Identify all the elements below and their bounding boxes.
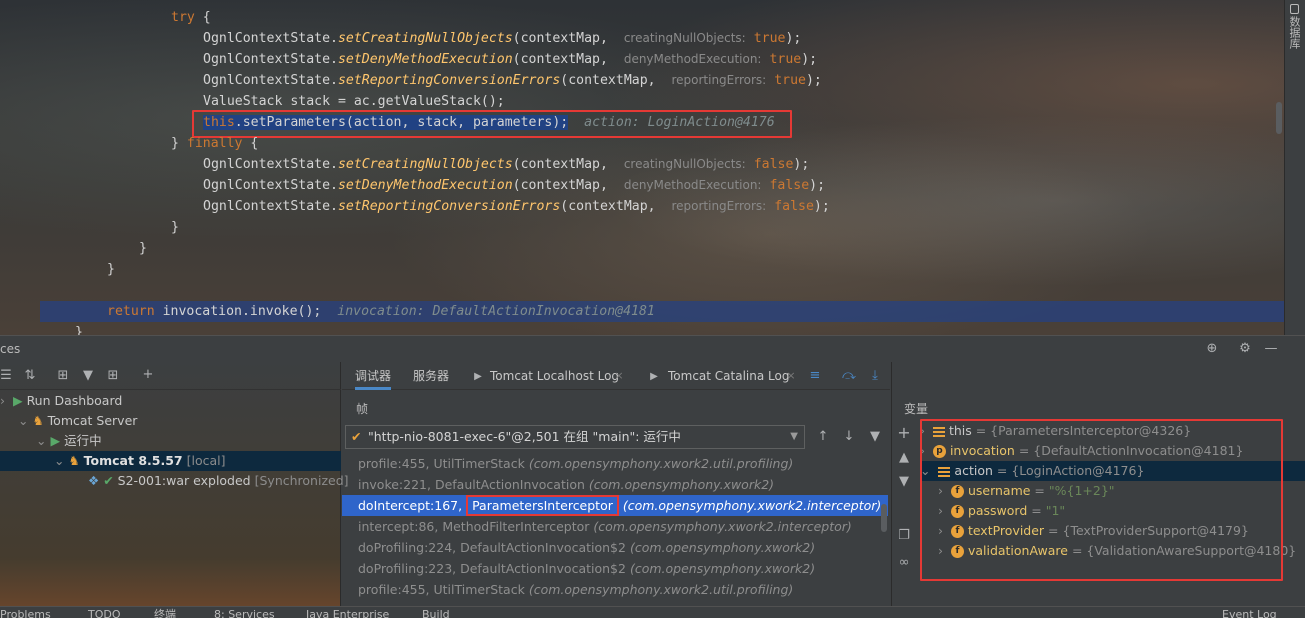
database-icon	[1289, 4, 1299, 14]
target-icon[interactable]: ⊕	[1203, 341, 1221, 357]
highlight-box-set-parameters	[192, 110, 792, 138]
editor-gutter[interactable]	[0, 0, 40, 335]
arrow-up-icon[interactable]: ▲	[896, 450, 912, 466]
log-icon: ▶	[474, 371, 482, 382]
code-line-finally: } finally {	[171, 136, 259, 151]
tab-tomcat-localhost-log[interactable]: Tomcat Localhost Log	[490, 362, 619, 390]
close-tab-icon[interactable]: ×	[786, 368, 796, 384]
param-hint: denyMethodExecution:	[623, 52, 762, 66]
services-tree-panel: ☰ ⇅ ⊞ ▼ ⊞ + › ▶ Run Dashboard ⌄ ♞ Tomcat…	[0, 362, 349, 607]
artifact-icon: ❖	[88, 473, 100, 488]
menu-icon[interactable]: ≡	[808, 368, 822, 384]
code-line-value-stack: ValueStack stack = ac.getValueStack();	[203, 94, 505, 109]
chevron-down-icon: ▼	[790, 431, 798, 442]
add-icon[interactable]: +	[140, 367, 156, 383]
tool-button-todo[interactable]: TODO	[88, 609, 121, 618]
expand-all-icon[interactable]: ☰	[0, 368, 12, 384]
run-icon: ▶	[50, 433, 61, 448]
tool-window-title: ces	[0, 342, 21, 356]
code-line-set-deny-method-execution: OgnlContextState.setDenyMethodExecution(…	[203, 52, 818, 67]
param-hint: reportingErrors:	[671, 73, 767, 87]
glasses-icon[interactable]: ∞	[896, 555, 912, 571]
frames-scrollbar-thumb[interactable]	[881, 504, 887, 532]
step-over-icon[interactable]: ⤼	[842, 368, 856, 384]
frame-row[interactable]: intercept:86, MethodFilterInterceptor (c…	[342, 516, 888, 537]
tree-item-run-dashboard[interactable]: › ▶ Run Dashboard	[0, 391, 122, 411]
right-tool-stripe	[1284, 0, 1305, 335]
check-icon: ✔	[103, 473, 114, 488]
variables-panel: 变量 + ▲ ▼ ❐ ∞ › this = {ParametersInterce…	[891, 362, 1305, 607]
tab-server[interactable]: 服务器	[413, 362, 449, 390]
step-into-icon[interactable]: ⤓	[868, 368, 882, 384]
tool-button-terminal[interactable]: 终端	[154, 609, 176, 618]
tree-item-artifact[interactable]: ❖ ✔ S2-001:war exploded [Synchronized]	[88, 471, 349, 491]
param-hint: denyMethodExecution:	[623, 178, 762, 192]
param-hint: reportingErrors:	[671, 199, 767, 213]
new-tab-icon[interactable]: ⊞	[104, 368, 122, 384]
tool-button-event-log[interactable]: Event Log	[1222, 609, 1277, 618]
tree-item-tomcat-server[interactable]: ⌄ ♞ Tomcat Server	[18, 411, 137, 431]
tool-window-header: ces ⊕ ⚙ —	[0, 336, 1305, 362]
editor-scrollbar-thumb[interactable]	[1276, 102, 1282, 134]
frame-row[interactable]: profile:455, UtilTimerStack (com.opensym…	[342, 453, 888, 474]
tool-button-services[interactable]: 8: Services	[214, 609, 275, 618]
tool-button-build[interactable]: Build	[422, 609, 450, 618]
check-icon: ✔	[351, 429, 362, 444]
frames-title: 帧	[356, 402, 369, 416]
gear-icon[interactable]: ⚙	[1236, 341, 1254, 357]
code-line-set-reporting-conversion-errors: OgnlContextState.setReportingConversionE…	[203, 73, 822, 88]
log-icon: ▶	[650, 371, 658, 382]
frame-row[interactable]: doProfiling:223, DefaultActionInvocation…	[342, 558, 888, 579]
code-line-reset-creating-null-objects: OgnlContextState.setCreatingNullObjects(…	[203, 157, 810, 172]
param-hint: creatingNullObjects:	[623, 157, 746, 171]
frame-row-selected[interactable]: doIntercept:167, ParametersInterceptor (…	[342, 495, 888, 516]
database-tool-button[interactable]: 数据库	[1288, 4, 1302, 49]
code-line-reset-reporting-conversion-errors: OgnlContextState.setReportingConversionE…	[203, 199, 830, 214]
frame-row[interactable]: doProfiling:224, DefaultActionInvocation…	[342, 537, 888, 558]
tab-tomcat-catalina-log[interactable]: Tomcat Catalina Log	[668, 362, 789, 390]
services-toolbar: ☰ ⇅ ⊞ ▼ ⊞ +	[0, 362, 341, 390]
tomcat-icon: ♞	[68, 453, 80, 468]
frame-row[interactable]: profile:455, UtilTimerStack (com.opensym…	[342, 579, 888, 600]
debugger-tabs: 调试器 服务器 ▶ Tomcat Localhost Log × ▶ Tomca…	[342, 362, 890, 390]
tab-debugger[interactable]: 调试器	[355, 362, 392, 390]
copy-icon[interactable]: ❐	[896, 528, 912, 544]
code-line-close-brace: }	[139, 241, 147, 256]
frame-row[interactable]: invoke:221, DefaultActionInvocation (com…	[342, 474, 888, 495]
arrow-up-icon[interactable]: ↑	[816, 429, 830, 445]
code-line-close-brace: }	[171, 220, 179, 235]
tree-item-tomcat-instance[interactable]: ⌄ ♞ Tomcat 8.5.57 [local]	[0, 451, 341, 471]
tool-button-java-enterprise[interactable]: Java Enterprise	[306, 609, 389, 618]
collapse-all-icon[interactable]: ⇅	[22, 368, 38, 384]
code-line-close-brace: }	[75, 325, 83, 335]
code-line-return: return invocation.invoke(); invocation: …	[107, 304, 655, 319]
code-line-set-creating-null-objects: OgnlContextState.setCreatingNullObjects(…	[203, 31, 802, 46]
inline-debug-value: invocation: DefaultActionInvocation@4181	[337, 304, 655, 319]
highlight-box-parameters-interceptor: ParametersInterceptor	[466, 495, 619, 516]
variables-title: 变量	[904, 402, 929, 416]
minimize-icon[interactable]: —	[1262, 341, 1280, 357]
param-hint: creatingNullObjects:	[623, 31, 746, 45]
filter-icon[interactable]: ▼	[80, 368, 96, 384]
group-by-icon[interactable]: ⊞	[55, 368, 71, 384]
code-line-try: try {	[171, 10, 211, 25]
arrow-down-icon[interactable]: ▼	[896, 474, 912, 490]
run-icon: ▶	[12, 393, 23, 408]
tree-item-running[interactable]: ⌄ ▶ 运行中	[36, 431, 102, 451]
code-line-close-brace: }	[107, 262, 115, 277]
bottom-tool-stripe: Problems TODO 终端 8: Services Java Enterp…	[0, 606, 1305, 618]
thread-selector[interactable]: ✔ "http-nio-8081-exec-6"@2,501 在组 "main"…	[345, 425, 805, 449]
tool-button-problems[interactable]: Problems	[0, 609, 51, 618]
add-watch-icon[interactable]: +	[896, 425, 912, 441]
code-line-reset-deny-method-execution: OgnlContextState.setDenyMethodExecution(…	[203, 178, 826, 193]
highlight-box-variables	[920, 419, 1283, 581]
debugger-panel: 调试器 服务器 ▶ Tomcat Localhost Log × ▶ Tomca…	[342, 362, 890, 607]
filter-icon[interactable]: ▼	[868, 429, 882, 445]
services-tool-window: ces ⊕ ⚙ — ☰ ⇅ ⊞ ▼ ⊞ + › ▶ Run Dashboard …	[0, 335, 1305, 607]
tomcat-icon: ♞	[32, 413, 44, 428]
arrow-down-icon[interactable]: ↓	[842, 429, 856, 445]
close-tab-icon[interactable]: ×	[614, 368, 624, 384]
code-editor[interactable]: try { OgnlContextState.setCreatingNullOb…	[0, 0, 1284, 335]
